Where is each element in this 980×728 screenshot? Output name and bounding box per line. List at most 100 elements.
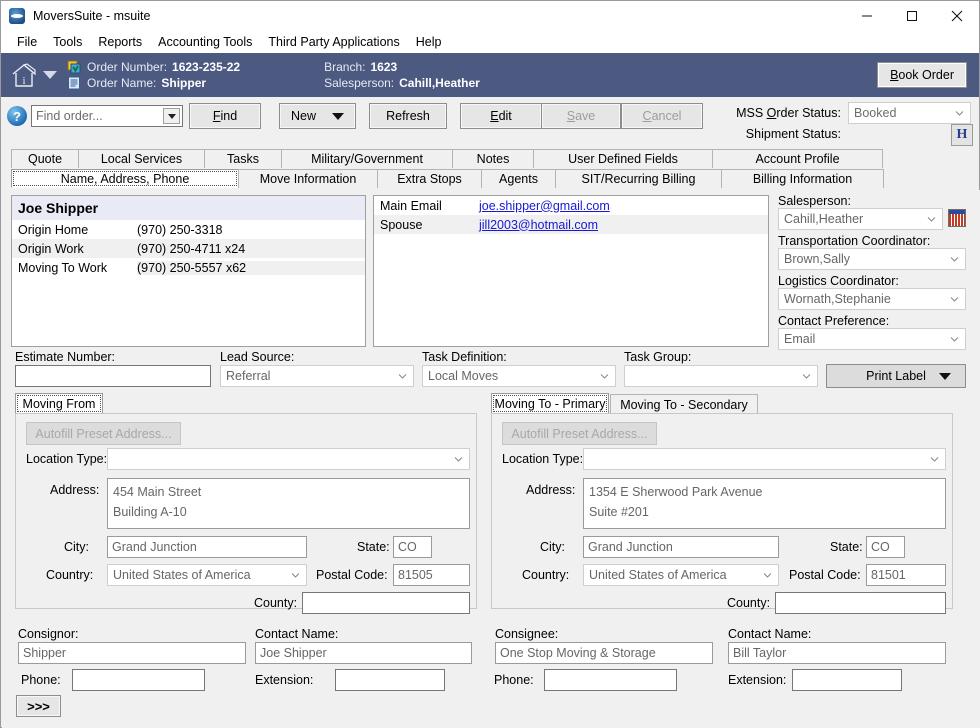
- tab-account-profile[interactable]: Account Profile: [712, 149, 883, 168]
- menu-help[interactable]: Help: [408, 33, 450, 51]
- tab-moving-from[interactable]: Moving From: [15, 393, 103, 414]
- chevron-down-icon: [950, 255, 959, 264]
- window-controls: [844, 1, 979, 31]
- menu-file[interactable]: File: [9, 33, 45, 51]
- moving-from-state-value: CO: [398, 540, 417, 554]
- chevron-down-icon: [291, 571, 300, 580]
- find-order-dropdown-icon[interactable]: [163, 108, 180, 124]
- order-menu-chevron-down-icon[interactable]: [43, 71, 57, 79]
- tab-agents[interactable]: Agents: [481, 169, 556, 188]
- moving-to-address-textarea[interactable]: 1354 E Sherwood Park Avenue Suite #201: [583, 478, 946, 529]
- moving-from-city-input[interactable]: Grand Junction: [107, 536, 307, 558]
- moving-from-location-type-select[interactable]: [107, 448, 470, 470]
- tab-quote[interactable]: Quote: [11, 149, 79, 168]
- table-row[interactable]: Origin Home (970) 250-3318: [12, 220, 365, 239]
- tab-extra-stops[interactable]: Extra Stops: [377, 169, 482, 188]
- consignor-label: Consignor:: [18, 627, 78, 641]
- tab-moving-to-primary[interactable]: Moving To - Primary: [491, 393, 609, 414]
- tab-user-defined-fields[interactable]: User Defined Fields: [533, 149, 713, 168]
- consignee-contact-name-label: Contact Name:: [728, 627, 811, 641]
- email-address-link[interactable]: joe.shipper@gmail.com: [479, 199, 768, 213]
- moving-to-location-type-select[interactable]: [583, 448, 946, 470]
- consignee-extension-input[interactable]: [792, 669, 902, 691]
- tab-sit-recurring-billing[interactable]: SIT/Recurring Billing: [555, 169, 722, 188]
- transportation-coordinator-select[interactable]: Brown,Sally: [778, 248, 966, 270]
- chevron-down-icon: [955, 109, 964, 118]
- save-label-rest: ave: [575, 109, 595, 123]
- salesperson-calendar-icon[interactable]: [948, 209, 966, 227]
- phone-number: (970) 250-5557 x62: [137, 261, 365, 275]
- branch-value: 1623: [370, 60, 397, 74]
- new-button[interactable]: New: [279, 103, 356, 129]
- consignor-phone-input[interactable]: [72, 669, 205, 691]
- table-row[interactable]: Moving To Work (970) 250-5557 x62: [12, 258, 365, 277]
- minimize-button[interactable]: [844, 1, 889, 31]
- print-label-button[interactable]: Print Label: [826, 364, 966, 388]
- lead-source-select[interactable]: Referral: [220, 365, 414, 387]
- tab-move-information[interactable]: Move Information: [238, 169, 378, 188]
- menu-reports[interactable]: Reports: [90, 33, 150, 51]
- moving-to-postal-code-input[interactable]: 81501: [866, 564, 946, 586]
- email-address-link[interactable]: jill2003@hotmail.com: [479, 218, 768, 232]
- consignor-name-input[interactable]: Shipper: [18, 642, 246, 664]
- contact-preference-select[interactable]: Email: [778, 328, 966, 350]
- moving-from-address-textarea[interactable]: 454 Main Street Building A-10: [107, 478, 470, 529]
- moving-from-city-value: Grand Junction: [112, 540, 197, 554]
- tab-name-address-phone[interactable]: Name, Address, Phone: [11, 169, 239, 188]
- tab-notes[interactable]: Notes: [452, 149, 534, 168]
- tab-billing-information[interactable]: Billing Information: [721, 169, 884, 188]
- tab-local-services[interactable]: Local Services: [78, 149, 205, 168]
- table-row[interactable]: Main Email joe.shipper@gmail.com: [374, 196, 768, 215]
- moving-to-postal-code-label: Postal Code:: [789, 568, 861, 582]
- tab-tasks[interactable]: Tasks: [204, 149, 282, 168]
- close-button[interactable]: [934, 1, 979, 31]
- moving-to-country-label: Country:: [522, 568, 569, 582]
- find-button[interactable]: Find: [189, 103, 261, 129]
- moving-from-county-input[interactable]: [302, 592, 470, 614]
- book-order-button[interactable]: Book Order: [877, 62, 967, 88]
- moving-from-postal-code-input[interactable]: 81505: [393, 564, 470, 586]
- estimate-number-input[interactable]: [15, 365, 211, 387]
- print-label-text: Print Label: [866, 369, 926, 383]
- history-button[interactable]: H: [951, 124, 973, 146]
- moving-to-country-select[interactable]: United States of America: [583, 564, 779, 586]
- consignor-extension-label: Extension:: [255, 673, 313, 687]
- refresh-button[interactable]: Refresh: [369, 103, 447, 129]
- consignee-contact-name-input[interactable]: Bill Taylor: [728, 642, 946, 664]
- consignor-contact-name-label: Contact Name:: [255, 627, 338, 641]
- logistics-coordinator-select[interactable]: Wornath,Stephanie: [778, 288, 966, 310]
- moving-to-county-input[interactable]: [775, 592, 946, 614]
- find-order-input[interactable]: Find order...: [31, 105, 183, 127]
- moving-to-state-input[interactable]: CO: [866, 536, 905, 558]
- moving-from-state-input[interactable]: CO: [393, 536, 432, 558]
- tab-moving-to-secondary[interactable]: Moving To - Secondary: [610, 394, 758, 414]
- consignor-contact-name-input[interactable]: Joe Shipper: [255, 642, 472, 664]
- house-info-icon[interactable]: i: [7, 58, 41, 92]
- salesperson-header-value: Cahill,Heather: [399, 76, 480, 90]
- task-definition-select[interactable]: Local Moves: [422, 365, 616, 387]
- moving-from-country-select[interactable]: United States of America: [107, 564, 307, 586]
- salesperson-select[interactable]: Cahill,Heather: [778, 208, 943, 230]
- edit-button[interactable]: Edit: [460, 103, 542, 129]
- expand-panel-button[interactable]: >>>: [16, 695, 61, 717]
- menu-third-party-applications[interactable]: Third Party Applications: [260, 33, 407, 51]
- consignee-phone-input[interactable]: [544, 669, 677, 691]
- consignee-name-input[interactable]: One Stop Moving & Storage: [495, 642, 713, 664]
- shipment-status-label: Shipment Status:: [701, 127, 841, 141]
- maximize-button[interactable]: [889, 1, 934, 31]
- menu-bar: File Tools Reports Accounting Tools Thir…: [1, 31, 979, 53]
- tab-military-government[interactable]: Military/Government: [281, 149, 453, 168]
- menu-accounting-tools[interactable]: Accounting Tools: [150, 33, 260, 51]
- new-chevron-down-icon: [332, 113, 344, 120]
- consignee-extension-label: Extension:: [728, 673, 786, 687]
- help-icon[interactable]: ?: [7, 106, 27, 126]
- consignor-extension-input[interactable]: [335, 669, 445, 691]
- moving-to-city-input[interactable]: Grand Junction: [583, 536, 779, 558]
- moving-to-address-line1: 1354 E Sherwood Park Avenue: [589, 482, 940, 502]
- task-group-select[interactable]: [624, 365, 818, 387]
- expand-panel-label: >>>: [27, 699, 50, 714]
- mss-order-status-select[interactable]: Booked: [848, 102, 971, 124]
- table-row[interactable]: Spouse jill2003@hotmail.com: [374, 215, 768, 234]
- menu-tools[interactable]: Tools: [45, 33, 90, 51]
- table-row[interactable]: Origin Work (970) 250-4711 x24: [12, 239, 365, 258]
